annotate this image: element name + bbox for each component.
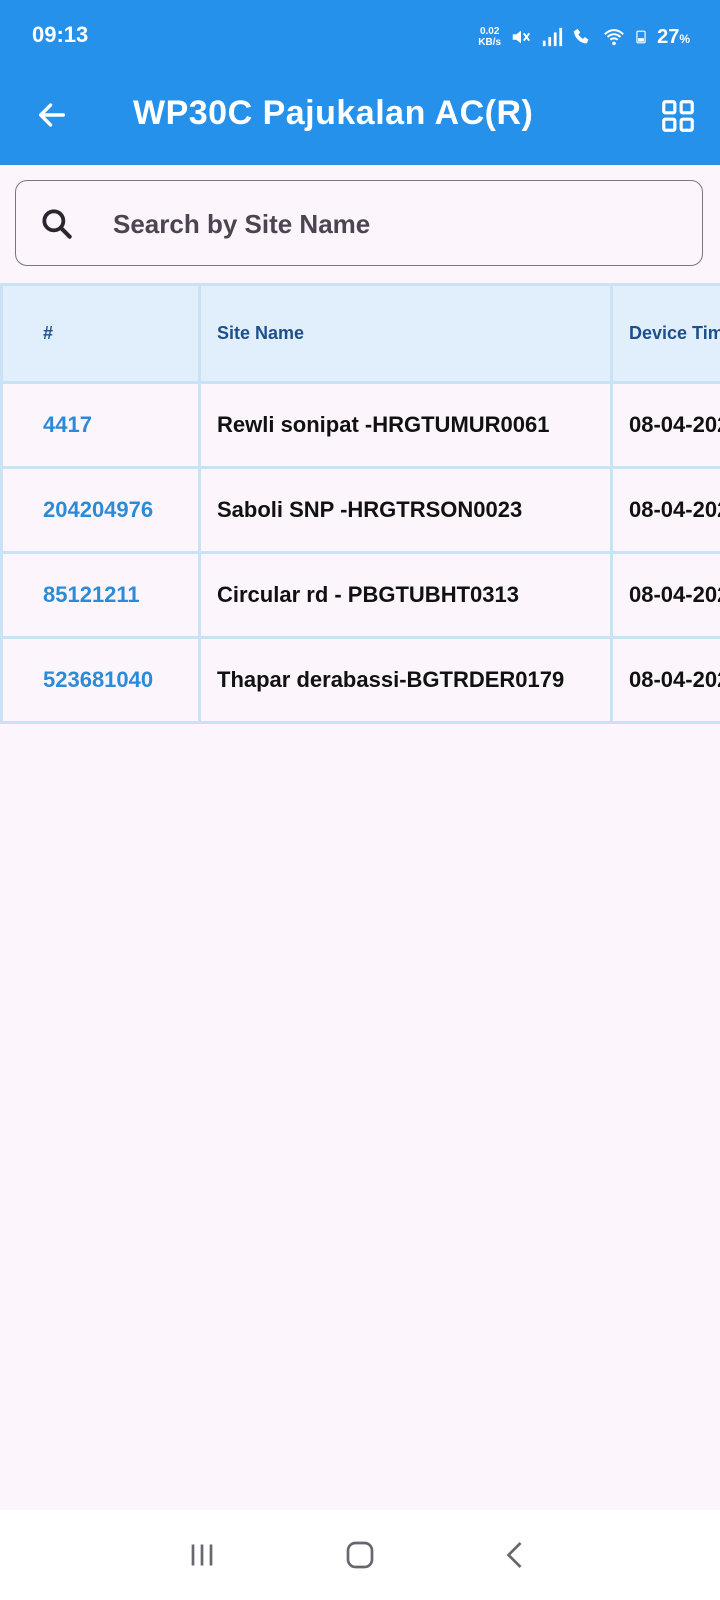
net-speed-unit: KB/s [478,37,502,48]
signal-icon [542,27,563,47]
row-id[interactable]: 4417 [0,381,201,469]
chevron-left-icon [506,1542,522,1568]
row-id[interactable]: 523681040 [0,636,201,724]
recents-icon [191,1544,213,1566]
row-site-name: Saboli SNP -HRGTRSON0023 [198,466,613,554]
net-speed: 0.02 KB/s [478,26,501,48]
row-device-time: 08-04-2024 [610,551,720,639]
page-title: WP30C Pajukalan AC(R) [133,94,534,132]
wifi-call-icon [573,28,589,44]
back-button[interactable] [30,93,74,137]
grid-view-button[interactable] [656,94,700,138]
grid-view-icon [662,100,694,132]
row-site-name: Circular rd - PBGTUBHT0313 [198,551,613,639]
status-bar: 09:13 0.02 KB/s 27% [0,0,720,72]
home-icon [346,1541,374,1569]
recents-button[interactable] [172,1530,232,1580]
table-row[interactable]: 204204976 Saboli SNP -HRGTRSON0023 08-04… [0,466,720,554]
net-speed-value: 0.02 [479,26,500,37]
system-nav-bar [0,1510,720,1600]
battery-percent-value: 27 [657,25,680,48]
battery-percent-sign: % [679,31,690,46]
column-header-id[interactable]: # [0,283,201,384]
row-id[interactable]: 85121211 [0,551,201,639]
battery-percent: 27% [657,26,690,49]
app-bar: 09:13 0.02 KB/s 27% WP30C Pajukalan AC(R… [0,0,720,165]
row-device-time: 08-04-2024 [610,636,720,724]
row-site-name: Rewli sonipat -HRGTUMUR0061 [198,381,613,469]
sites-table: # Site Name Device Time 4417 Rewli sonip… [0,283,720,724]
search-input[interactable] [111,201,675,247]
table-row[interactable]: 85121211 Circular rd - PBGTUBHT0313 08-0… [0,551,720,639]
status-time: 09:13 [32,22,89,47]
back-nav-button[interactable] [486,1530,546,1580]
wifi-icon [604,29,624,46]
row-site-name: Thapar derabassi-BGTRDER0179 [198,636,613,724]
column-header-site-name[interactable]: Site Name [198,283,613,384]
table-row[interactable]: 523681040 Thapar derabassi-BGTRDER0179 0… [0,636,720,724]
row-device-time: 08-04-2024 [610,381,720,469]
battery-icon [636,30,646,44]
home-button[interactable] [330,1530,390,1580]
search-icon [42,209,72,239]
mute-icon [512,30,531,44]
row-device-time: 08-04-2024 [610,466,720,554]
table-header-row: # Site Name Device Time [0,283,720,384]
row-id[interactable]: 204204976 [0,466,201,554]
sites-table-container[interactable]: # Site Name Device Time 4417 Rewli sonip… [0,283,720,735]
arrow-left-icon [38,103,66,127]
status-icons: 0.02 KB/s 27% [478,22,690,52]
table-row[interactable]: 4417 Rewli sonipat -HRGTUMUR0061 08-04-2… [0,381,720,469]
column-header-device-time[interactable]: Device Time [610,283,720,384]
search-box[interactable] [15,180,703,266]
